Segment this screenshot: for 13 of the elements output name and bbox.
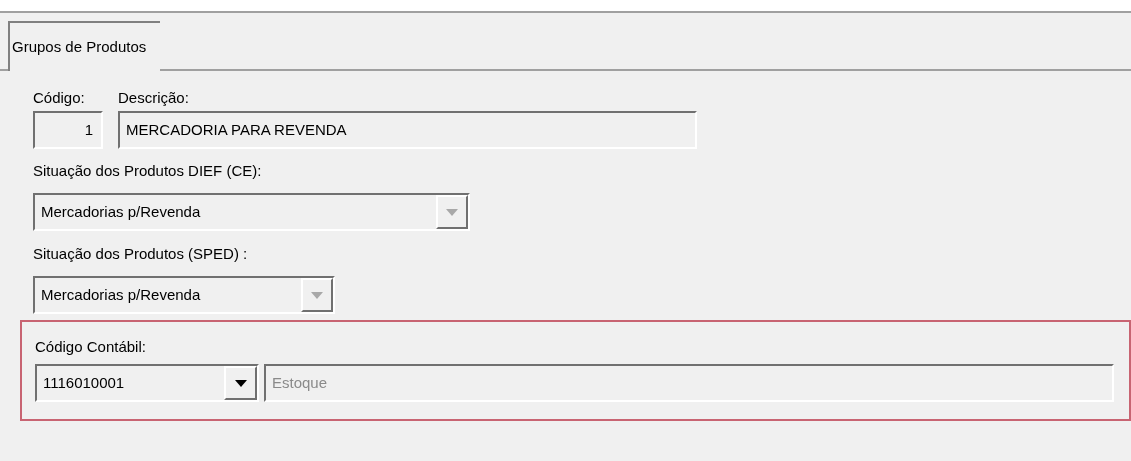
caret-icon — [234, 379, 247, 387]
dropdown[interactable]: 1116010001 — [35, 364, 259, 402]
field-label: Descrição: — [118, 88, 190, 108]
field-label: Situação dos Produtos DIEF (CE): — [33, 161, 263, 181]
dropdown-button[interactable] — [224, 366, 257, 400]
tab[interactable]: Grupos de Produtos — [8, 21, 161, 71]
field-label: Situação dos Produtos (SPED) : — [33, 244, 249, 264]
input-field[interactable]: MERCADORIA PARA REVENDA — [118, 111, 697, 149]
field-label: Código Contábil: — [35, 337, 147, 357]
field-label: Código: — [33, 88, 86, 108]
input-field[interactable]: 1 — [33, 111, 103, 149]
caret-icon — [446, 208, 458, 216]
caret-icon — [311, 291, 323, 299]
